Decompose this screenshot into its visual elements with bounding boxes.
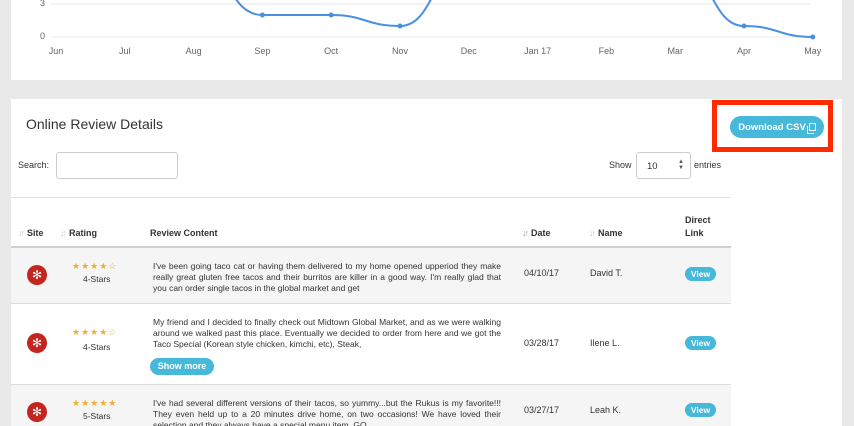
column-header-direct-link: Direct Link bbox=[685, 215, 711, 238]
series-line bbox=[235, 0, 813, 38]
table-header: ↓↑ Site ↓↑ Rating Review Content ↓↑ Date ↓↑… bbox=[11, 197, 731, 248]
x-tick-label: May bbox=[804, 46, 822, 56]
review-date: 03/28/17 bbox=[524, 338, 560, 348]
online-review-details-panel: Online Review Details Download CSV Searc… bbox=[11, 99, 842, 426]
table-row: ✻ ★★★★☆ 4-Stars I've been going taco cat… bbox=[11, 248, 731, 304]
select-arrows-icon: ▲ ▼ bbox=[678, 159, 684, 171]
x-tick-label: Apr bbox=[736, 46, 752, 56]
data-point bbox=[397, 23, 403, 29]
page-length-value: 10 bbox=[647, 161, 658, 172]
table-row: ✻ ★★★★☆ 4-Stars My friend and I decided … bbox=[11, 304, 731, 385]
page-length-select[interactable]: 10 ▲ ▼ bbox=[636, 152, 691, 179]
show-label: Show bbox=[609, 160, 632, 170]
x-tick-label: Aug bbox=[185, 46, 202, 56]
x-tick-label: Jan 17 bbox=[524, 46, 552, 56]
data-point bbox=[259, 12, 265, 18]
section-title: Online Review Details bbox=[26, 116, 163, 132]
column-header-rating[interactable]: ↓↑ Rating bbox=[60, 228, 97, 238]
download-csv-button[interactable]: Download CSV bbox=[730, 116, 824, 138]
search-input[interactable] bbox=[56, 152, 178, 179]
download-csv-label: Download CSV bbox=[738, 121, 806, 133]
x-tick-label: Jun bbox=[48, 46, 64, 56]
reviewer-name: Leah K. bbox=[590, 405, 622, 415]
yelp-icon: ✻ bbox=[27, 402, 47, 422]
data-point bbox=[328, 12, 334, 18]
table-row: ✻ ★★★★★ 5-Stars I've had several differe… bbox=[11, 385, 731, 426]
reviewer-name: David T. bbox=[590, 268, 623, 278]
yelp-icon: ✻ bbox=[27, 265, 47, 285]
x-tick-label: Feb bbox=[598, 46, 615, 56]
star-rating: ★★★★★ bbox=[72, 398, 118, 408]
star-rating: ★★★★☆ bbox=[72, 327, 118, 337]
line-chart-plot bbox=[51, 0, 816, 40]
yelp-icon: ✻ bbox=[27, 333, 47, 353]
x-tick-label: Sep bbox=[254, 46, 271, 56]
rating-label: 5-Stars bbox=[83, 411, 111, 421]
reviewer-name: Ilene L. bbox=[590, 338, 620, 348]
sort-desc-icon: ↓↑ bbox=[522, 228, 529, 238]
data-point bbox=[741, 23, 747, 29]
x-tick-label: Oct bbox=[324, 46, 339, 56]
review-content: I've been going taco cat or having them … bbox=[153, 261, 501, 293]
x-tick-label: Dec bbox=[460, 46, 477, 56]
review-content: My friend and I decided to finally check… bbox=[153, 317, 501, 349]
review-date: 03/27/17 bbox=[524, 405, 560, 415]
column-header-review-content[interactable]: Review Content bbox=[150, 228, 218, 238]
entries-label: entries bbox=[694, 160, 722, 170]
rating-label: 4-Stars bbox=[83, 342, 111, 352]
sort-icon: ↓↑ bbox=[60, 228, 67, 238]
review-content: I've had several different versions of t… bbox=[153, 398, 501, 426]
data-point bbox=[810, 34, 816, 40]
star-rating: ★★★★☆ bbox=[72, 261, 118, 271]
sort-icon: ↓↑ bbox=[589, 228, 596, 238]
show-more-button[interactable]: Show more bbox=[150, 358, 214, 375]
copy-icon bbox=[806, 123, 816, 134]
x-tick-label: Jul bbox=[119, 46, 131, 56]
reviews-over-time-chart: 3 0 Jun Jul Aug Sep Oct Nov Dec Jan 17 Feb Mar Apr… bbox=[11, 0, 842, 80]
x-tick-label: Nov bbox=[391, 46, 409, 56]
column-header-date[interactable]: ↓↑ Date bbox=[522, 228, 551, 238]
reviews-table: ↓↑ Site ↓↑ Rating Review Content ↓↑ Date ↓↑… bbox=[11, 197, 731, 426]
view-review-button[interactable]: View bbox=[685, 267, 716, 281]
column-header-name[interactable]: ↓↑ Name bbox=[589, 228, 623, 238]
column-header-site[interactable]: ↓↑ Site bbox=[18, 228, 44, 238]
review-date: 04/10/17 bbox=[524, 268, 560, 278]
view-review-button[interactable]: View bbox=[685, 336, 716, 350]
sort-icon: ↓↑ bbox=[18, 228, 25, 238]
x-tick-label: Mar bbox=[667, 46, 683, 56]
view-review-button[interactable]: View bbox=[685, 403, 716, 417]
rating-label: 4-Stars bbox=[83, 274, 111, 284]
search-label: Search: bbox=[18, 160, 50, 170]
